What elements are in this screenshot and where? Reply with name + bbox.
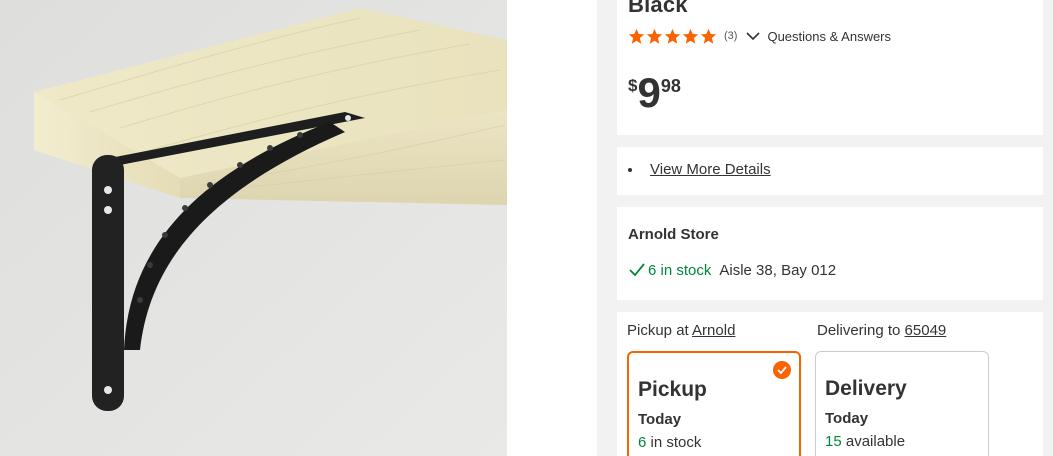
pickup-when: Today [638,411,682,428]
store-name: Arnold Store [628,226,719,243]
delivery-when: Today [825,410,869,427]
stock-count: 6 in stock [648,261,712,279]
pickup-title: Pickup [638,378,707,401]
shelf-bracket-photo [0,0,507,456]
price-dollars: 9 [637,69,660,116]
product-title: Black [628,0,688,17]
delivery-location-label: Delivering to 65049 [817,322,946,339]
check-icon [629,263,645,277]
star-icon [664,28,681,44]
delivery-suffix: available [845,433,906,450]
aisle-location: Aisle 38, Bay 012 [719,261,837,279]
view-more-details-link[interactable]: View More Details [650,161,771,178]
details-list: View More Details [628,161,771,178]
pickup-count: 6 [638,434,647,451]
star-icon [682,28,699,44]
product-page: Black (3) Questions & Answers $ 9 98 Vie… [0,0,1053,456]
rating-row[interactable]: (3) Questions & Answers [628,26,891,46]
delivery-availability: 15 available [825,433,988,450]
delivery-count: 15 [825,433,842,450]
product-image[interactable] [0,0,507,456]
gutter-right [1043,0,1053,456]
delivery-option-card[interactable]: Delivery Today 15 available [815,351,989,456]
store-stock-row: 6 in stock Aisle 38, Bay 012 [628,261,836,279]
pickup-store-link[interactable]: Arnold [692,322,735,339]
star-icon [700,28,717,44]
gutter-left [597,0,617,456]
pickup-availability: 6 in stock [638,434,799,451]
section-divider [617,300,1043,312]
delivery-title: Delivery [825,377,907,400]
pickup-location-label: Pickup at Arnold [627,322,735,339]
section-divider [617,195,1043,207]
price-currency: $ [628,76,638,95]
section-divider [617,135,1043,147]
selected-check-icon [773,361,791,379]
delivery-zip-link[interactable]: 65049 [905,322,947,339]
price-cents: 98 [660,76,681,96]
star-icon [628,28,645,44]
delivery-prefix: Delivering to [817,322,901,339]
pickup-option-card[interactable]: Pickup Today 6 in stock [627,351,801,456]
star-rating[interactable] [628,28,717,45]
bullet [628,167,632,172]
pickup-prefix: Pickup at [627,322,689,339]
review-count[interactable]: (3) [724,30,737,42]
pickup-suffix: in stock [650,434,702,451]
questions-answers-link[interactable]: Questions & Answers [767,29,891,44]
chevron-down-icon[interactable] [745,28,761,44]
star-icon [646,28,663,44]
price: $ 9 98 [628,72,681,114]
